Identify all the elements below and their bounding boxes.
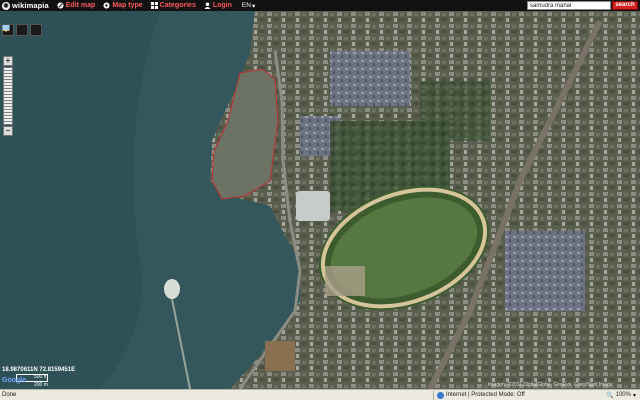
search-button[interactable]: search [612, 1, 638, 10]
satellite-imagery [0, 11, 640, 389]
zoom-out-button[interactable]: − [3, 126, 13, 136]
categories-icon [150, 2, 158, 9]
chevron-down-icon: ▾ [632, 392, 636, 399]
menu-categories[interactable]: Categories [150, 2, 196, 9]
language-label: EN [241, 2, 251, 9]
map-tool-screen[interactable] [2, 24, 42, 36]
monitor-icon [2, 25, 10, 32]
logo-text: wikimapia [12, 1, 49, 10]
globe-icon [103, 2, 110, 9]
browser-status-bar: Done Internet | Protected Mode: Off 🔍 10… [0, 389, 640, 400]
menu-edit-map[interactable]: Edit map [57, 2, 96, 9]
zoom-in-button[interactable]: + [3, 56, 13, 66]
search-input[interactable] [527, 1, 611, 10]
google-logo: Google [2, 377, 27, 384]
internet-zone-icon [437, 391, 444, 399]
edit-map-icon [57, 2, 64, 9]
status-text: Done [2, 392, 17, 398]
menu-login-label: Login [212, 2, 232, 9]
menu-edit-map-label: Edit map [65, 2, 96, 9]
menu-map-type[interactable]: Map type [103, 2, 143, 9]
security-zone[interactable]: Internet | Protected Mode: Off [437, 391, 525, 399]
wikimapia-logo[interactable]: ◉ wikimapia [0, 0, 49, 11]
security-zone-label: Internet | Protected Mode: Off [446, 392, 525, 398]
menu-map-type-label: Map type [112, 2, 143, 9]
scale-top-label: 500 ft [34, 374, 47, 380]
globe-logo-icon: ◉ [2, 1, 10, 10]
zoom-level-label: 100% [615, 392, 631, 398]
map-attribution: Imagery ©2011 DigitalGlobe, GeoEye, Cnes… [488, 382, 613, 388]
zoom-level[interactable]: 🔍 100% ▾ [606, 392, 640, 399]
scale-bottom-label: 200 m [34, 382, 48, 388]
zoom-control: + − [3, 56, 13, 136]
map-tool-folder[interactable] [2, 24, 28, 36]
zoom-slider[interactable] [3, 67, 13, 125]
status-divider [433, 390, 434, 400]
map-tools [2, 24, 42, 36]
language-selector[interactable]: EN ▾ [242, 2, 255, 10]
magnifier-icon: 🔍 [606, 392, 614, 399]
user-icon [204, 2, 211, 9]
coordinates-readout: 18.9870611N 72.8159451E [2, 367, 76, 373]
menu-categories-label: Categories [159, 2, 196, 9]
menu-login[interactable]: Login [204, 2, 232, 9]
satellite-map[interactable]: + − 18.9870611N 72.8159451E 500 ft 200 m… [0, 11, 640, 389]
chevron-down-icon: ▾ [251, 2, 256, 10]
